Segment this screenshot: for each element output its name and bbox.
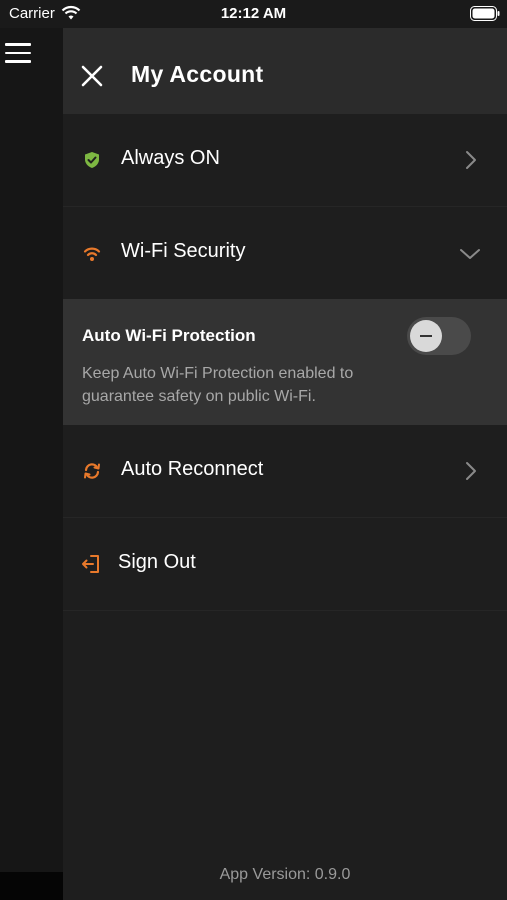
shield-check-icon bbox=[85, 152, 99, 168]
chevron-right-icon bbox=[466, 151, 476, 169]
account-drawer: My Account Always ON Wi-Fi Security Auto… bbox=[63, 28, 507, 900]
main-content-backdrop[interactable] bbox=[0, 28, 63, 900]
tab-bar-edge bbox=[0, 872, 63, 900]
menu-icon[interactable] bbox=[5, 43, 31, 63]
menu-item-label: Always ON bbox=[121, 147, 220, 169]
menu-item-wifi-security[interactable]: Wi-Fi Security bbox=[63, 207, 507, 300]
sync-icon bbox=[84, 463, 100, 479]
menu-item-label: Auto Reconnect bbox=[121, 458, 264, 480]
clock: 12:12 AM bbox=[220, 5, 287, 22]
wifi-icon bbox=[83, 247, 101, 261]
wifi-protection-panel: Auto Wi-Fi Protection Keep Auto Wi-Fi Pr… bbox=[63, 299, 507, 425]
battery-icon bbox=[470, 6, 500, 21]
close-icon[interactable] bbox=[80, 64, 104, 88]
menu-item-auto-reconnect[interactable]: Auto Reconnect bbox=[63, 425, 507, 518]
chevron-right-icon bbox=[466, 462, 476, 480]
toggle-knob bbox=[410, 320, 442, 352]
drawer-header: My Account bbox=[63, 28, 507, 114]
menu-item-always-on[interactable]: Always ON bbox=[63, 114, 507, 207]
menu-item-label: Sign Out bbox=[118, 551, 196, 573]
menu-item-sign-out[interactable]: Sign Out bbox=[63, 518, 507, 611]
sign-out-icon bbox=[82, 555, 99, 573]
wifi-protection-toggle[interactable] bbox=[407, 317, 471, 355]
chevron-down-icon bbox=[460, 249, 480, 259]
wifi-protection-description: Keep Auto Wi-Fi Protection enabled to gu… bbox=[82, 365, 354, 405]
page-title: My Account bbox=[131, 61, 264, 87]
menu-item-label: Wi-Fi Security bbox=[121, 240, 246, 262]
app-version: App Version: 0.9.0 bbox=[219, 866, 351, 883]
wifi-protection-title: Auto Wi-Fi Protection bbox=[82, 326, 256, 345]
status-bar: Carrier 12:12 AM bbox=[0, 0, 507, 28]
